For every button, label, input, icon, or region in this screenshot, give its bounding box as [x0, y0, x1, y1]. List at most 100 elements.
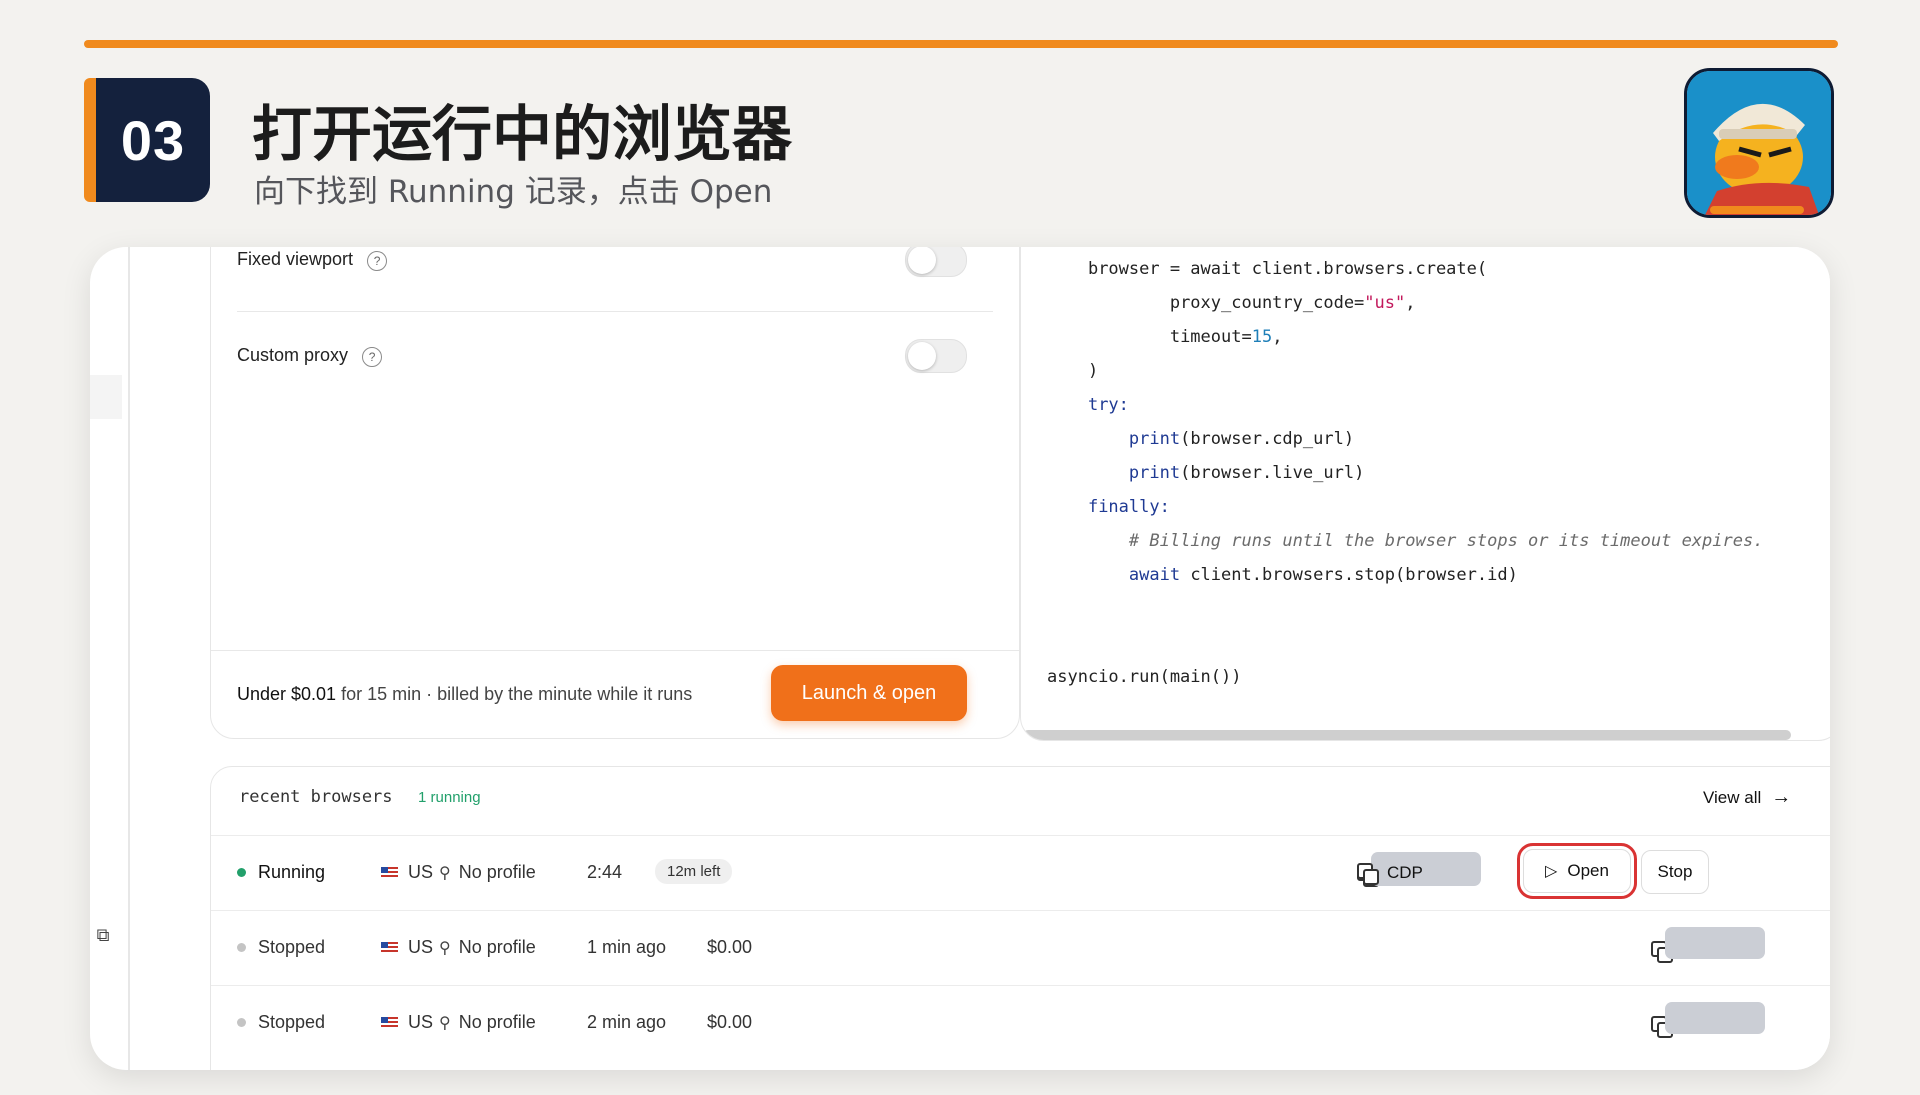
sidebar-active-item[interactable]	[90, 375, 122, 419]
profile-text: No profile	[458, 862, 536, 882]
custom-proxy-toggle[interactable]	[905, 339, 967, 373]
profile-cell: ⚲ No profile	[439, 1012, 536, 1033]
profile-text: No profile	[458, 1012, 536, 1032]
code-keyword: try:	[1087, 395, 1129, 415]
launch-settings-panel: Fixed viewport ? Custom proxy ? Under $0…	[210, 247, 1020, 739]
price-detail: for 15 min · billed by the minute while …	[336, 684, 693, 704]
code-line: client.browsers.stop(browser.id)	[1180, 565, 1518, 585]
step-title: 打开运行中的浏览器	[252, 100, 792, 170]
country-text: US	[408, 937, 434, 957]
code-keyword: print	[1087, 429, 1181, 449]
fixed-viewport-label: Fixed viewport ?	[237, 249, 388, 271]
status-dot-icon	[237, 943, 246, 952]
setting-custom-proxy: Custom proxy ?	[237, 326, 967, 386]
profile-cell: ⚲ No profile	[439, 862, 536, 883]
recent-browsers-panel: recent browsers 1 running View all → Run…	[210, 766, 1830, 1070]
duck-mascot-icon	[1687, 71, 1831, 215]
open-label: Open	[1567, 861, 1609, 880]
status-text: Stopped	[258, 1012, 326, 1032]
time-left-badge: 12m left	[655, 859, 733, 884]
cdp-label: CDP	[1387, 863, 1423, 882]
arrow-right-icon: →	[1771, 786, 1792, 808]
code-line: (browser.live_url)	[1180, 463, 1365, 483]
code-punct: ,	[1272, 327, 1283, 347]
code-line: (browser.cdp_url)	[1180, 429, 1355, 449]
status-text: Running	[258, 862, 326, 882]
code-line: proxy_country_code=	[1128, 293, 1365, 313]
status-cell: Stopped	[237, 937, 325, 958]
open-button[interactable]: ▷ Open	[1517, 843, 1637, 899]
profile-cell: ⚲ No profile	[439, 937, 536, 958]
code-line: )	[1087, 361, 1099, 381]
step-number: 03	[120, 108, 186, 172]
code-keyword: print	[1087, 463, 1181, 483]
cost-text: $0.00	[707, 937, 753, 957]
country-text: US	[408, 862, 434, 882]
price-amount: Under $0.01	[237, 684, 337, 704]
view-all-link[interactable]: View all →	[1703, 786, 1791, 809]
dashboard-window: ⧉ Fixed viewport ? Custom proxy ? Under …	[90, 247, 1830, 1070]
browser-row-running[interactable]: Running US ⚲ No profile 2:44 12m left CD…	[237, 836, 1830, 910]
code-string: "us"	[1364, 293, 1406, 313]
person-icon: ⚲	[439, 864, 451, 882]
stop-button[interactable]: Stop	[1641, 850, 1709, 894]
play-icon: ▷	[1545, 863, 1558, 880]
settings-divider	[237, 311, 993, 312]
custom-proxy-label: Custom proxy ?	[237, 345, 383, 367]
country-cell: US	[381, 1012, 433, 1033]
status-text: Stopped	[258, 937, 326, 957]
status-cell: Running	[237, 862, 325, 883]
step-subtitle: 向下找到 Running 记录，点击 Open	[254, 174, 773, 210]
cdp-copy-button[interactable]: CDP	[1347, 852, 1433, 894]
code-sample-panel: x browser = await client.browsers.create…	[1020, 247, 1830, 741]
browser-row-stopped[interactable]: Stopped US ⚲ No profile 2 min ago $0.00	[237, 986, 1830, 1060]
top-accent-rule	[84, 40, 1838, 48]
avatar-underline	[1710, 206, 1804, 214]
help-icon[interactable]: ?	[362, 347, 383, 367]
code-line: timeout=	[1128, 327, 1252, 347]
step-number-badge: 03	[96, 78, 210, 202]
country-cell: US	[381, 862, 433, 883]
us-flag-icon	[381, 1017, 398, 1028]
browser-row-stopped[interactable]: Stopped US ⚲ No profile 1 min ago $0.00	[237, 911, 1830, 985]
status-dot-icon	[237, 1018, 246, 1027]
fixed-viewport-text: Fixed viewport	[237, 249, 354, 269]
elapsed-time: 2 min ago	[587, 1012, 667, 1032]
code-comment: # Billing runs until the browser stops o…	[1087, 531, 1764, 551]
fixed-viewport-toggle[interactable]	[905, 247, 967, 277]
us-flag-icon	[381, 867, 398, 878]
country-text: US	[408, 1012, 434, 1032]
code-line: browser = await client.browsers.create(	[1087, 259, 1488, 279]
sidebar-copy-icon[interactable]: ⧉	[90, 922, 116, 948]
status-cell: Stopped	[237, 1012, 325, 1033]
price-note: Under $0.01 for 15 min · billed by the m…	[237, 684, 692, 705]
masked-session-id	[1665, 1002, 1765, 1034]
code-punct: ,	[1405, 293, 1416, 313]
code-horizontal-scrollbar[interactable]	[1023, 730, 1791, 740]
help-icon[interactable]: ?	[367, 251, 388, 271]
status-dot-icon	[237, 868, 246, 877]
setting-fixed-viewport: Fixed viewport ?	[237, 247, 967, 277]
duck-mascot-avatar	[1684, 68, 1834, 218]
person-icon: ⚲	[439, 1014, 451, 1032]
recent-browsers-title: recent browsers	[239, 787, 393, 807]
code-keyword: await	[1087, 565, 1181, 585]
code-block: x browser = await client.browsers.create…	[1047, 247, 1763, 694]
sidebar-divider	[128, 247, 130, 1070]
profile-text: No profile	[458, 937, 536, 957]
copy-icon	[1357, 863, 1379, 885]
code-number: 15	[1251, 327, 1273, 347]
elapsed-time: 2:44	[587, 862, 623, 882]
time-left-text: 12m left	[655, 859, 733, 884]
view-all-label: View all	[1703, 787, 1762, 807]
elapsed-time: 1 min ago	[587, 937, 667, 957]
launch-open-button[interactable]: Launch & open	[771, 665, 967, 721]
person-icon: ⚲	[439, 939, 451, 957]
code-line: asyncio.run(main())	[1047, 667, 1242, 687]
cost-text: $0.00	[707, 1012, 753, 1032]
running-count-badge: 1 running	[418, 789, 481, 806]
custom-proxy-text: Custom proxy	[237, 345, 349, 365]
footer-divider	[211, 650, 1019, 651]
masked-session-id	[1665, 927, 1765, 959]
us-flag-icon	[381, 942, 398, 953]
